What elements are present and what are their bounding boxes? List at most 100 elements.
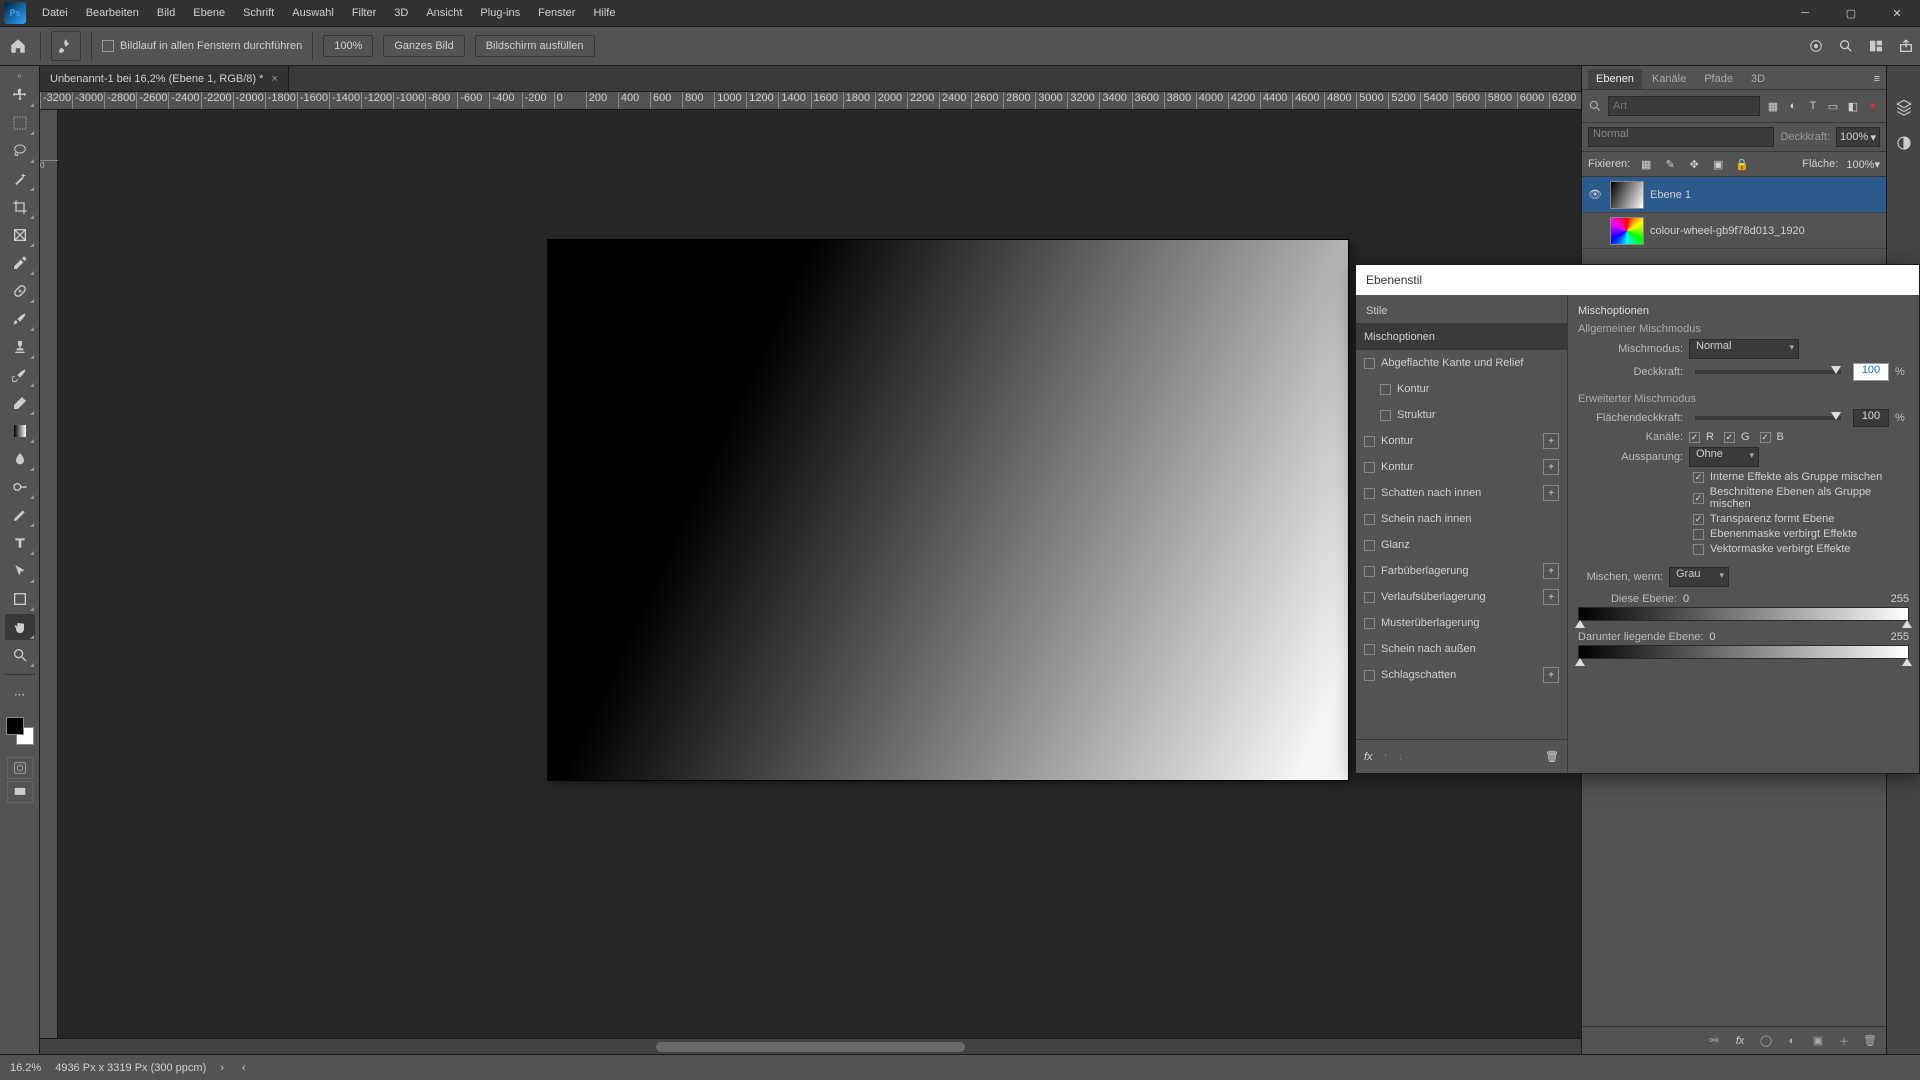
sidebar-texture-sub[interactable]: Struktur [1356,402,1567,428]
search-icon[interactable] [1838,38,1854,54]
history-brush-tool[interactable] [5,362,35,388]
cloud-icon[interactable] [1808,38,1824,54]
dodge-tool[interactable] [5,474,35,500]
ruler-vertical[interactable]: 0 [40,110,58,1038]
gradient-tool[interactable] [5,418,35,444]
filter-smart-icon[interactable]: ◧ [1846,97,1860,115]
shape-tool[interactable] [5,586,35,612]
frame-tool[interactable] [5,222,35,248]
menu-auswahl[interactable]: Auswahl [284,3,342,23]
close-button[interactable]: ✕ [1874,0,1920,26]
path-select-tool[interactable] [5,558,35,584]
tab-3d[interactable]: 3D [1743,69,1773,89]
blur-tool[interactable] [5,446,35,472]
checkbox[interactable] [1693,493,1704,504]
checkbox[interactable] [1693,472,1704,483]
knockout-select[interactable]: Ohne [1689,447,1759,467]
opacity-input[interactable]: 100 [1853,363,1889,381]
opacity-slider[interactable] [1695,370,1841,374]
tab-pfade[interactable]: Pfade [1696,69,1741,89]
sidebar-color-overlay[interactable]: Farbüberlagerung+ [1356,558,1567,584]
crop-tool[interactable] [5,194,35,220]
blendif-select[interactable]: Grau [1669,567,1729,587]
layer-filter-input[interactable] [1608,96,1760,116]
lock-all-icon[interactable]: 🔒 [1734,156,1750,172]
blendmode-select[interactable]: Normal [1689,339,1799,359]
menu-ebene[interactable]: Ebene [185,3,233,23]
foreground-swatch[interactable] [6,717,24,735]
lock-brush-icon[interactable]: ✎ [1662,156,1678,172]
status-zoom[interactable]: 16.2% [10,1062,41,1074]
sidebar-contour-sub[interactable]: Kontur [1356,376,1567,402]
layer-name[interactable]: colour-wheel-gb9f78d013_1920 [1650,225,1805,237]
status-chevron2-icon[interactable]: ‹ [242,1062,246,1074]
add-stroke-icon[interactable]: + [1543,459,1559,475]
link-layers-icon[interactable]: ⚯ [1706,1033,1722,1049]
status-info[interactable]: 4936 Px x 3319 Px (300 ppcm) [55,1062,206,1074]
menu-fenster[interactable]: Fenster [530,3,583,23]
sidebar-satin[interactable]: Glanz [1356,532,1567,558]
sidebar-stroke-2[interactable]: Kontur+ [1356,454,1567,480]
dock-adjust-icon[interactable] [1893,132,1915,154]
menu-hilfe[interactable]: Hilfe [585,3,623,23]
marquee-tool[interactable] [5,110,35,136]
fill-field[interactable]: 100%▾ [1846,158,1880,171]
lasso-tool[interactable] [5,138,35,164]
layer-thumbnail[interactable] [1610,181,1644,209]
this-layer-ramp[interactable] [1578,607,1909,621]
filter-toggle-icon[interactable]: ● [1866,97,1880,115]
adv-check[interactable]: Interne Effekte als Gruppe mischen [1693,471,1909,483]
filter-type-icon[interactable]: T [1806,97,1820,115]
filter-search-icon[interactable] [1588,97,1602,115]
adjustment-icon[interactable]: ◐ [1784,1033,1800,1049]
sidebar-inner-glow[interactable]: Schein nach innen [1356,506,1567,532]
add-stroke-icon[interactable]: + [1543,433,1559,449]
dock-layers-icon[interactable] [1893,96,1915,118]
add-gradientoverlay-icon[interactable]: + [1543,589,1559,605]
scroll-all-checkbox[interactable]: Bildlauf in allen Fenstern durchführen [102,40,302,52]
delete-effect-icon[interactable]: 🗑 [1545,750,1559,763]
checkbox[interactable] [1693,544,1704,555]
dialog-title[interactable]: Ebenenstil [1356,265,1919,295]
color-swatches[interactable] [6,717,34,745]
filter-image-icon[interactable]: ▦ [1766,97,1780,115]
fit-screen-button[interactable]: Ganzes Bild [383,35,464,57]
wand-tool[interactable] [5,166,35,192]
tab-ebenen[interactable]: Ebenen [1588,69,1642,89]
brush-tool[interactable] [5,306,35,332]
adv-check[interactable]: Transparenz formt Ebene [1693,513,1909,525]
sidebar-gradient-overlay[interactable]: Verlaufsüberlagerung+ [1356,584,1567,610]
adv-check[interactable]: Beschnittene Ebenen als Gruppe mischen [1693,486,1909,510]
filter-adjust-icon[interactable]: ◐ [1786,97,1800,115]
add-coloroverlay-icon[interactable]: + [1543,563,1559,579]
layer-thumbnail[interactable] [1610,217,1644,245]
panel-menu-icon[interactable]: ≡ [1868,69,1886,89]
sidebar-pattern-overlay[interactable]: Musterüberlagerung [1356,610,1567,636]
move-up-icon[interactable]: ↑ [1383,751,1389,763]
menu-filter[interactable]: Filter [344,3,384,23]
menu-bearbeiten[interactable]: Bearbeiten [78,3,147,23]
ruler-horizontal[interactable]: -3200-3000-2800-2600-2400-2200-2000-1800… [40,92,1581,110]
layer-name[interactable]: Ebene 1 [1650,189,1691,201]
sidebar-inner-shadow[interactable]: Schatten nach innen+ [1356,480,1567,506]
stamp-tool[interactable] [5,334,35,360]
menu-ansicht[interactable]: Ansicht [418,3,470,23]
menu-3d[interactable]: 3D [386,3,416,23]
sidebar-blending-options[interactable]: Mischoptionen [1356,324,1567,350]
fillopacity-slider[interactable] [1695,416,1841,420]
canvas[interactable] [58,110,1581,1038]
checkbox[interactable] [1693,514,1704,525]
menu-plugins[interactable]: Plug-ins [472,3,528,23]
lock-position-icon[interactable]: ✥ [1686,156,1702,172]
channel-r-checkbox[interactable] [1689,432,1700,443]
move-down-icon[interactable]: ↓ [1398,751,1404,763]
fillopacity-input[interactable]: 100 [1853,409,1889,427]
heal-tool[interactable] [5,278,35,304]
close-tab-icon[interactable]: × [271,73,277,85]
styles-header[interactable]: Stile [1356,295,1567,324]
adv-check[interactable]: Vektormaske verbirgt Effekte [1693,543,1909,555]
quickmask-icon[interactable] [7,757,33,779]
filter-shape-icon[interactable]: ▭ [1826,97,1840,115]
pen-tool[interactable] [5,502,35,528]
opacity-field[interactable]: 100%▾ [1836,127,1880,147]
